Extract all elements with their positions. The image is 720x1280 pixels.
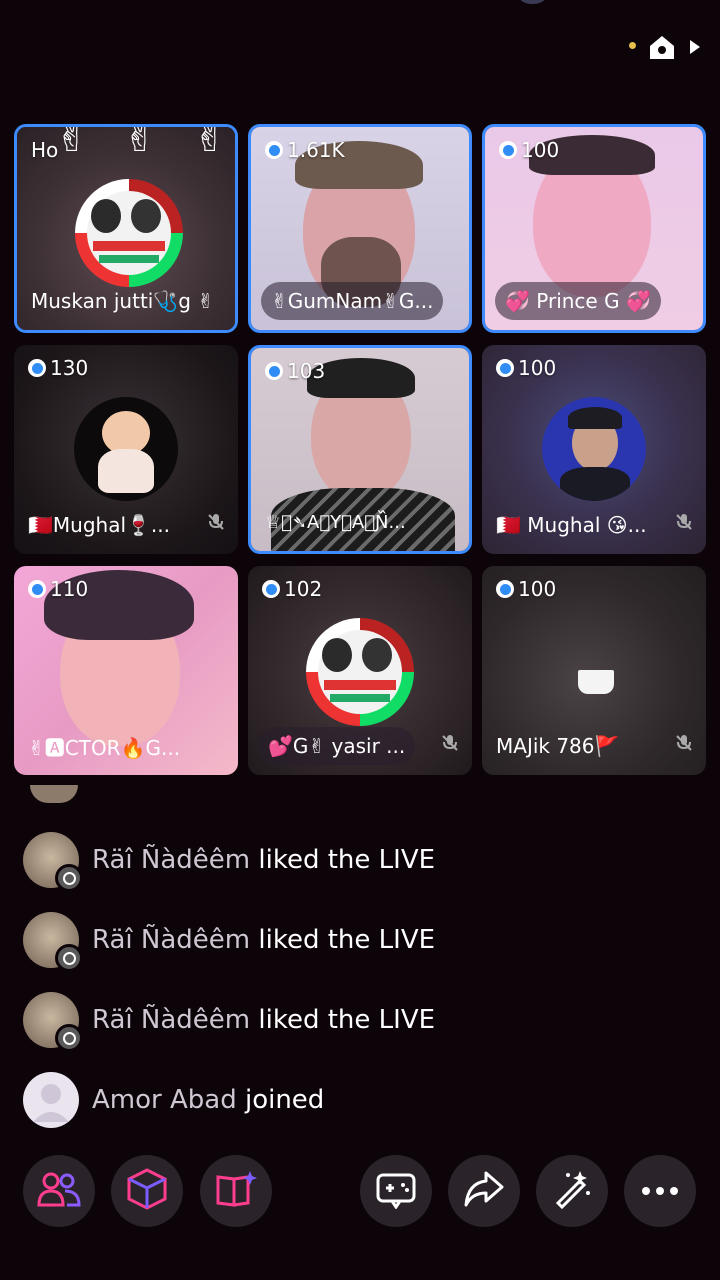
- notification-dot: [629, 42, 636, 49]
- bottom-toolbar: [0, 1155, 720, 1230]
- feed-item: Räî Ñàdêêm liked the LIVE: [23, 991, 436, 1052]
- game-button[interactable]: [360, 1155, 432, 1227]
- feed-action: liked the LIVE: [258, 1005, 436, 1035]
- coin-icon: [262, 580, 280, 598]
- feed-user[interactable]: Amor Abad: [92, 1085, 237, 1115]
- feed-action: joined: [244, 1085, 325, 1115]
- live-ring-icon: [55, 864, 83, 892]
- guest-tile[interactable]: 100 MAJik 786🚩: [482, 566, 706, 775]
- guest-tile[interactable]: 1.61K ✌GumNam✌G...: [248, 124, 472, 333]
- more-button[interactable]: [624, 1155, 696, 1227]
- avatar[interactable]: [23, 912, 83, 972]
- mic-muted-icon: [440, 733, 460, 757]
- guest-grid: Ho ✌ ✌ ✌ Muskan jutti🩺g ✌ 1.61K ✌GumNam✌…: [14, 124, 706, 776]
- coin-icon: [265, 362, 283, 380]
- share-button[interactable]: [448, 1155, 520, 1227]
- guest-name: 🇧🇭 Mughal 😘...: [496, 513, 647, 537]
- peace-emoji: ✌: [55, 124, 89, 161]
- guest-avatar: [542, 397, 646, 501]
- coin-icon: [496, 580, 514, 598]
- viewer-count: 1.61K: [261, 137, 353, 163]
- mic-muted-icon: [674, 733, 694, 757]
- guest-name: ✌🅰CTOR🔥G...: [28, 735, 181, 760]
- default-avatar-icon: [33, 1084, 69, 1122]
- feed-user[interactable]: Räî Ñàdêêm: [92, 845, 250, 875]
- game-controller-icon: [374, 1169, 418, 1213]
- avatar[interactable]: [23, 1072, 79, 1128]
- mic-muted-icon: [674, 512, 694, 536]
- guest-name: 💕G✌ yasir ...: [258, 727, 416, 765]
- feed-item: Räî Ñàdêêm liked the LIVE: [23, 831, 436, 892]
- activity-feed: Räî Ñàdêêm liked the LIVE Räî Ñàdêêm lik…: [0, 785, 720, 1135]
- coin-icon: [499, 141, 517, 159]
- peace-emoji: ✌: [123, 124, 157, 161]
- viewer-count: 100: [492, 576, 564, 602]
- guest-name: 🇧🇭Mughal🍷...: [28, 513, 170, 537]
- people-button[interactable]: [23, 1155, 95, 1227]
- guest-tile[interactable]: Ho ✌ ✌ ✌ Muskan jutti🩺g ✌: [14, 124, 238, 333]
- people-icon: [37, 1169, 81, 1213]
- peace-emoji: ✌: [193, 124, 227, 161]
- coin-icon: [496, 359, 514, 377]
- feed-item: Amor Abad joined: [23, 1071, 324, 1129]
- host-avatar: [75, 179, 183, 287]
- guest-tile[interactable]: 103 ♕⃝➴A⃝Y⃝A⃝Ɲ᷈...: [248, 345, 472, 554]
- avatar[interactable]: [23, 992, 83, 1052]
- viewer-count: 130: [24, 355, 96, 381]
- guest-name: 💞 Prince G 💞: [495, 282, 661, 320]
- feed-item: Räî Ñàdêêm liked the LIVE: [23, 911, 436, 972]
- guest-name: Muskan jutti🩺g ✌: [31, 289, 215, 313]
- share-icon: [462, 1169, 506, 1213]
- more-icon: [638, 1182, 682, 1201]
- feed-user[interactable]: Räî Ñàdêêm: [92, 925, 250, 955]
- effects-button[interactable]: [536, 1155, 608, 1227]
- viewer-count: 100: [495, 137, 567, 163]
- feed-user[interactable]: Räî Ñàdêêm: [92, 1005, 250, 1035]
- viewer-count: 100: [492, 355, 564, 381]
- coin-icon: [265, 141, 283, 159]
- coin-icon: [28, 580, 46, 598]
- home-icon[interactable]: [648, 33, 676, 65]
- magic-wand-icon: [550, 1167, 594, 1215]
- coin-icon: [28, 359, 46, 377]
- live-ring-icon: [55, 944, 83, 972]
- guest-name: MAJik 786🚩: [496, 734, 620, 758]
- cube-icon: [125, 1167, 169, 1215]
- avatar[interactable]: [23, 832, 83, 892]
- book-button[interactable]: [200, 1155, 272, 1227]
- top-pill: [515, 0, 550, 4]
- viewer-count: 103: [261, 358, 333, 384]
- feed-action: liked the LIVE: [258, 925, 436, 955]
- book-sparkle-icon: [214, 1169, 258, 1213]
- guest-tile[interactable]: 100 💞 Prince G 💞: [482, 124, 706, 333]
- guest-name: ♕⃝➴A⃝Y⃝A⃝Ɲ᷈...: [265, 511, 406, 533]
- avatar: [30, 785, 78, 803]
- mic-muted-icon: [206, 512, 226, 536]
- top-bar: [0, 0, 720, 100]
- guest-tile[interactable]: 102 💕G✌ yasir ...: [248, 566, 472, 775]
- cup-image: [578, 670, 614, 694]
- guest-tile[interactable]: 110 ✌🅰CTOR🔥G...: [14, 566, 238, 775]
- guest-tile[interactable]: 130 🇧🇭Mughal🍷...: [14, 345, 238, 554]
- feed-action: liked the LIVE: [258, 845, 436, 875]
- box-button[interactable]: [111, 1155, 183, 1227]
- viewer-count: 110: [24, 576, 96, 602]
- guest-name: ✌GumNam✌G...: [261, 282, 444, 320]
- guest-avatar: [74, 397, 178, 501]
- guest-avatar: [306, 618, 414, 726]
- live-ring-icon: [55, 1024, 83, 1052]
- viewer-count: 102: [258, 576, 330, 602]
- arrow-right-icon[interactable]: [688, 38, 702, 60]
- guest-tile[interactable]: 100 🇧🇭 Mughal 😘...: [482, 345, 706, 554]
